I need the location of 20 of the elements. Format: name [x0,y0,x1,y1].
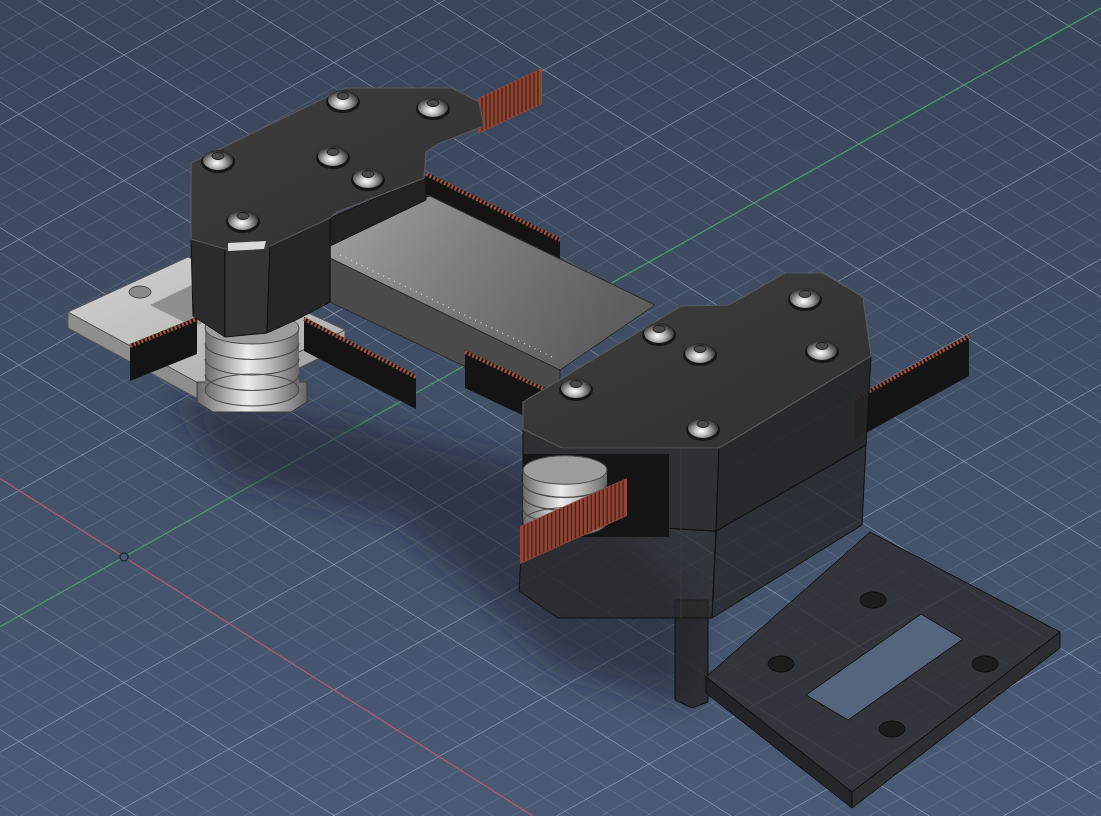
screw-head [351,168,385,191]
screw-head [416,97,450,120]
mounting-hole [767,655,795,673]
mounting-hole [859,591,887,609]
screw-head [642,323,676,346]
screw-head [686,418,720,441]
screw-head [805,340,839,363]
timing-belt [129,317,198,381]
screw-head [788,288,822,311]
screw-head [683,343,717,366]
screw-head [326,90,360,113]
mounting-hole [128,285,152,299]
mounting-hole [971,655,999,673]
screw-head [201,150,235,173]
timing-belt [478,68,542,134]
screw-head [559,378,593,401]
edge-highlight [228,241,266,251]
screw-head [226,210,260,233]
screw-head [316,146,350,169]
mounting-hole [878,720,906,738]
